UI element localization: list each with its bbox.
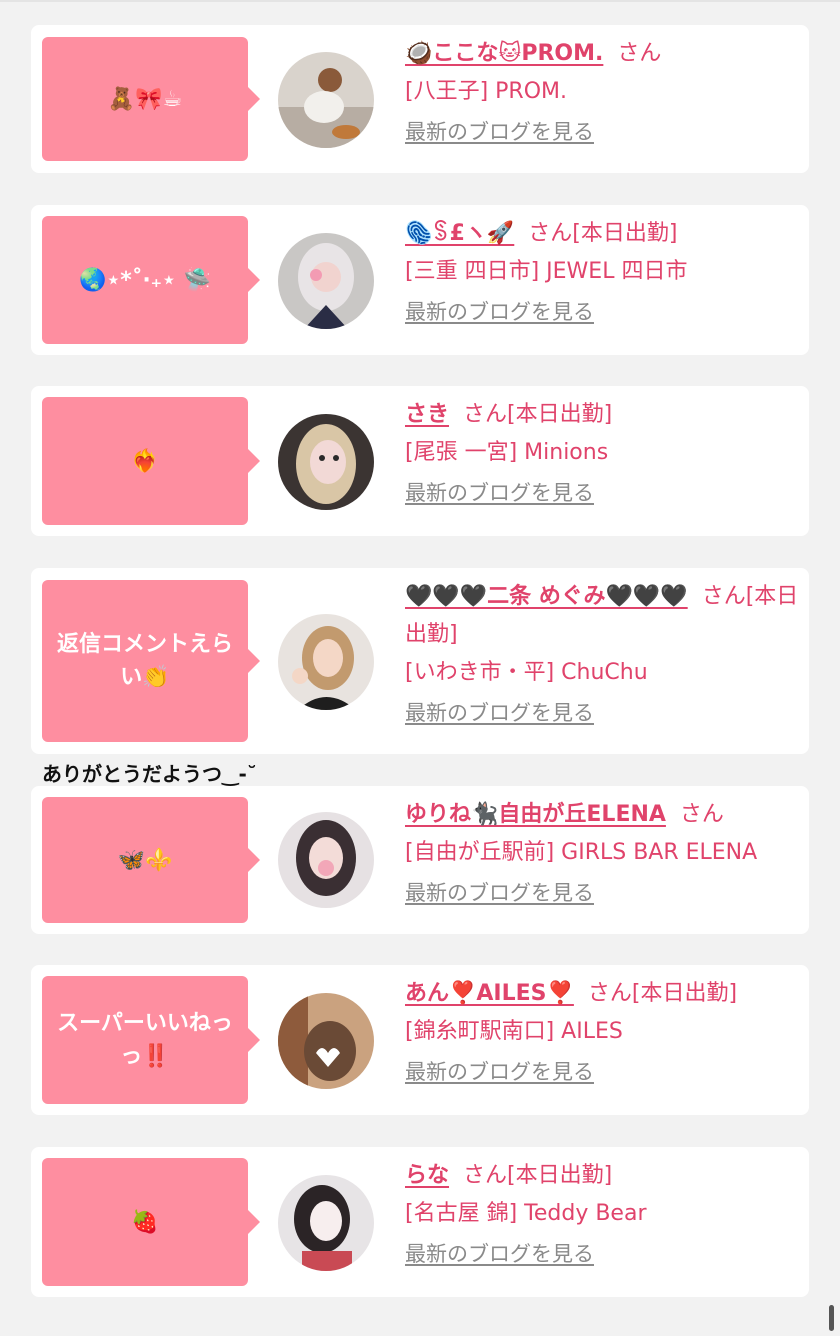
girl-name-link[interactable]: らな (405, 1163, 449, 1188)
avatar[interactable] (278, 414, 374, 510)
latest-blog-link[interactable]: 最新のブログを見る (405, 878, 594, 908)
shop-name: [名古屋 錦] Teddy Bear (405, 1201, 647, 1226)
honorific: さん (528, 221, 573, 246)
top-divider (0, 0, 840, 2)
reply-note: ありがとうだようつ‿-˘ (42, 762, 257, 786)
latest-blog-link[interactable]: 最新のブログを見る (405, 297, 594, 327)
avatar[interactable] (278, 52, 374, 148)
girl-name-link[interactable]: あん❣️AILES❣️ (405, 981, 574, 1006)
latest-blog-link[interactable]: 最新のブログを見る (405, 698, 594, 728)
shop-name: [錦糸町駅南口] AILES (405, 1019, 623, 1044)
comment-text: 🍓 (131, 1209, 159, 1235)
status-tag: [本日出勤] (631, 981, 738, 1006)
comment-text: スーパーいいねっっ‼️ (57, 1011, 233, 1069)
comment-text: 返信コメントえらい👏 (56, 632, 233, 690)
shop-name: [八王子] PROM. (405, 79, 568, 104)
latest-blog-link[interactable]: 最新のブログを見る (405, 478, 594, 508)
girl-name-link[interactable]: 🥥ここな🐱PROM. (405, 41, 603, 66)
shop-name: [三重 四日市] JEWEL 四日市 (405, 259, 688, 284)
blog-entry-card: ❤️‍🔥 さき さん[本日出勤] [尾張 一宮] Minions 最新のブログを… (31, 386, 809, 536)
blog-entry-card: 🌏⋆*˚‧₊⋆ 🛸 🫆ꌗ£ヽ🚀 さん[本日出勤] [三重 四日市] JEWEL … (31, 205, 809, 355)
comment-text: 🌏⋆*˚‧₊⋆ 🛸 (79, 267, 211, 293)
comment-bubble: ❤️‍🔥 (42, 397, 260, 525)
comment-text: ❤️‍🔥 (131, 448, 159, 474)
comment-bubble: 🍓 (42, 1158, 260, 1286)
girl-name-link[interactable]: さき (405, 402, 449, 427)
blog-entry-card: 🧸🎀☕ 🥥ここな🐱PROM. さん [八王子] PROM. 最新のブログを見る (31, 25, 809, 173)
blog-entry-card: 🍓 らな さん[本日出勤] [名古屋 錦] Teddy Bear 最新のブログを… (31, 1147, 809, 1297)
status-tag: [本日出勤] (507, 1163, 613, 1188)
avatar[interactable] (278, 1175, 374, 1271)
honorific: さん (701, 584, 746, 609)
comment-bubble: スーパーいいねっっ‼️ (42, 976, 260, 1104)
shop-name: [尾張 一宮] Minions (405, 440, 609, 465)
comment-bubble: 返信コメントえらい👏 (42, 580, 260, 742)
avatar[interactable] (278, 812, 374, 908)
honorific: さん (617, 41, 662, 66)
honorific: さん (463, 402, 508, 427)
scrollbar[interactable] (829, 1305, 834, 1331)
comment-text: 🦋⚜️ (117, 847, 173, 873)
blog-entry-card: 返信コメントえらい👏 🖤🖤🖤二条 めぐみ🖤🖤🖤 さん[本日出勤] [いわき市・平… (31, 568, 809, 754)
avatar[interactable] (278, 233, 374, 329)
blog-entry-card: スーパーいいねっっ‼️ あん❣️AILES❣️ さん[本日出勤] [錦糸町駅南口… (31, 965, 809, 1115)
honorific: さん (679, 802, 724, 827)
honorific: さん (587, 981, 632, 1006)
status-tag: [本日出勤] (507, 402, 613, 427)
avatar[interactable] (278, 614, 374, 710)
latest-blog-link[interactable]: 最新のブログを見る (405, 1239, 594, 1269)
blog-entry-card: 🦋⚜️ ゆりね🐈‍⬛自由が丘ELENA さん [自由が丘駅前] GIRLS BA… (31, 786, 809, 934)
girl-name-link[interactable]: 🫆ꌗ£ヽ🚀 (405, 221, 514, 246)
latest-blog-link[interactable]: 最新のブログを見る (405, 117, 594, 147)
girl-name-link[interactable]: 🖤🖤🖤二条 めぐみ🖤🖤🖤 (405, 584, 688, 609)
latest-blog-link[interactable]: 最新のブログを見る (405, 1057, 594, 1087)
comment-bubble: 🧸🎀☕ (42, 37, 260, 161)
shop-name: [いわき市・平] ChuChu (405, 660, 648, 685)
status-tag: [本日出勤] (572, 221, 678, 246)
avatar[interactable] (278, 993, 374, 1089)
shop-name: [自由が丘駅前] GIRLS BAR ELENA (405, 840, 758, 865)
honorific: さん (463, 1163, 508, 1188)
girl-name-link[interactable]: ゆりね🐈‍⬛自由が丘ELENA (405, 802, 666, 827)
comment-bubble: 🦋⚜️ (42, 797, 260, 923)
comment-text: 🧸🎀☕ (107, 86, 183, 112)
comment-bubble: 🌏⋆*˚‧₊⋆ 🛸 (42, 216, 260, 344)
